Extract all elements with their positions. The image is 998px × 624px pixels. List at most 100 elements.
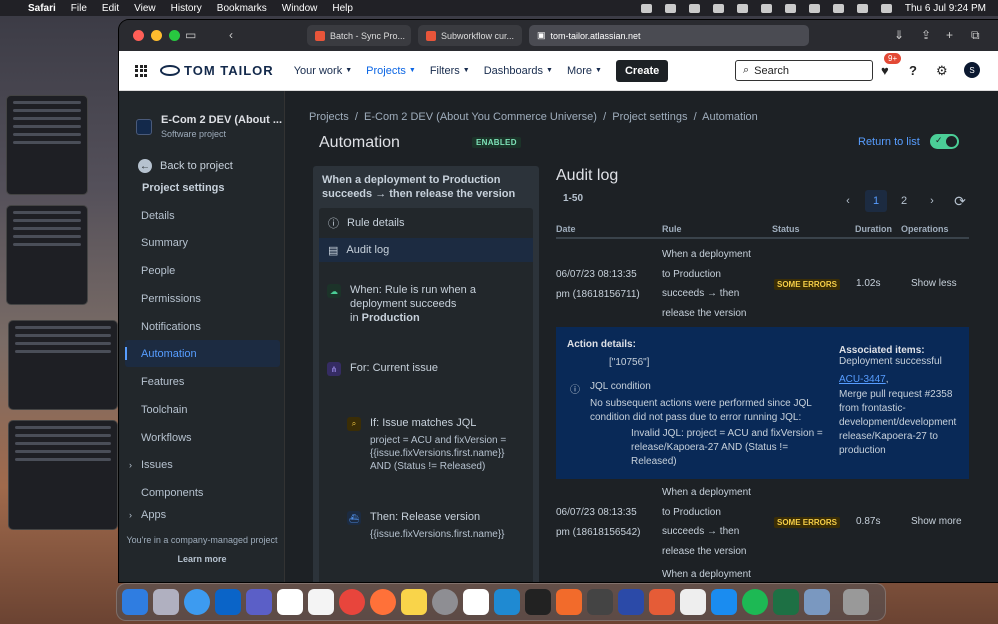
- breadcrumb-project[interactable]: E-Com 2 DEV (About You Commerce Universe…: [364, 111, 597, 123]
- excel-icon[interactable]: [773, 589, 799, 615]
- nav-your-work[interactable]: Your work ▼: [294, 65, 352, 77]
- back-to-project-link[interactable]: ← Back to project: [138, 159, 233, 173]
- menu-history[interactable]: History: [171, 3, 202, 14]
- window-thumbnail[interactable]: [8, 420, 118, 530]
- learn-more-link[interactable]: Learn more: [119, 554, 285, 564]
- rule-trigger[interactable]: ☁ When: Rule is run when a deployment su…: [327, 283, 527, 325]
- new-tab-icon[interactable]: +: [946, 28, 953, 42]
- menu-help[interactable]: Help: [332, 3, 353, 14]
- battery-icon[interactable]: [832, 3, 844, 13]
- menu-bookmarks[interactable]: Bookmarks: [217, 3, 267, 14]
- avatar[interactable]: S: [964, 62, 980, 78]
- chrome-icon[interactable]: [339, 589, 365, 615]
- nav-filters[interactable]: Filters ▼: [430, 65, 470, 77]
- issue-link[interactable]: ACU-3447: [839, 374, 886, 385]
- return-to-list-link[interactable]: Return to list: [858, 136, 920, 148]
- search-icon[interactable]: [856, 3, 868, 13]
- teams-icon[interactable]: [246, 589, 272, 615]
- breadcrumb-projects[interactable]: Projects: [309, 111, 349, 123]
- status-icon[interactable]: [712, 3, 724, 13]
- prev-page-icon[interactable]: ‹: [837, 190, 859, 212]
- slack-icon[interactable]: [463, 589, 489, 615]
- status-icon[interactable]: [784, 3, 796, 13]
- wifi-icon[interactable]: [808, 3, 820, 13]
- pencil-app-icon[interactable]: [556, 589, 582, 615]
- sidebar-item-permissions[interactable]: Permissions: [125, 285, 280, 312]
- rule-condition[interactable]: ⌕ If: Issue matches JQL project = ACU and…: [347, 416, 527, 473]
- menu-window[interactable]: Window: [282, 3, 318, 14]
- app-icon[interactable]: [587, 589, 613, 615]
- window-thumbnail[interactable]: [6, 95, 88, 195]
- rule-enabled-toggle[interactable]: ✓: [930, 134, 959, 149]
- back-arrow-icon[interactable]: ‹: [229, 28, 233, 42]
- nav-more[interactable]: More ▼: [567, 65, 602, 77]
- settings-gear-icon[interactable]: ⚙: [936, 63, 948, 79]
- sidebar-item-workflows[interactable]: Workflows: [125, 424, 280, 451]
- nav-dashboards[interactable]: Dashboards ▼: [484, 65, 553, 77]
- brand-logo[interactable]: TOM TAILOR: [160, 63, 274, 78]
- nav-projects[interactable]: Projects ▼: [366, 65, 416, 77]
- show-less-button[interactable]: Show less: [911, 278, 957, 289]
- rule-branch[interactable]: ⋔ For: Current issue: [327, 361, 438, 376]
- window-thumbnail[interactable]: [6, 205, 88, 305]
- system-settings-icon[interactable]: [432, 589, 458, 615]
- outlook-icon[interactable]: [215, 589, 241, 615]
- app-store-icon[interactable]: [711, 589, 737, 615]
- menubar-clock[interactable]: Thu 6 Jul 9:24 PM: [905, 3, 986, 14]
- menu-file[interactable]: File: [71, 3, 87, 14]
- menu-edit[interactable]: Edit: [102, 3, 119, 14]
- help-icon[interactable]: ?: [909, 63, 917, 78]
- address-bar[interactable]: ▣ tom-tailor.atlassian.net: [529, 25, 809, 46]
- menu-view[interactable]: View: [134, 3, 156, 14]
- calendar-icon[interactable]: [277, 589, 303, 615]
- rule-details-menu-item[interactable]: ⓘ Rule details: [319, 211, 533, 235]
- sidebar-item-components[interactable]: Components: [125, 479, 280, 506]
- show-more-button[interactable]: Show more: [911, 516, 962, 527]
- sidebar-item-apps[interactable]: › Apps: [125, 507, 280, 523]
- sidebar-item-issues[interactable]: › Issues: [125, 451, 280, 478]
- window-thumbnail[interactable]: [8, 320, 118, 410]
- notes-icon[interactable]: [401, 589, 427, 615]
- status-icon[interactable]: [664, 3, 676, 13]
- launchpad-icon[interactable]: [153, 589, 179, 615]
- page-1-button[interactable]: 1: [865, 190, 887, 212]
- zoom-window-button[interactable]: [169, 30, 180, 41]
- textedit-icon[interactable]: [680, 589, 706, 615]
- status-icon[interactable]: [640, 3, 652, 13]
- page-2-button[interactable]: 2: [893, 190, 915, 212]
- tab-overview-icon[interactable]: ⧉: [971, 28, 980, 43]
- trash-icon[interactable]: [843, 589, 869, 615]
- vscode-icon[interactable]: [494, 589, 520, 615]
- browser-tab[interactable]: Subworkflow cur...: [418, 25, 522, 46]
- create-button[interactable]: Create: [615, 59, 669, 82]
- project-header[interactable]: E-Com 2 DEV (About ... Software project: [136, 114, 282, 139]
- sidebar-item-notifications[interactable]: Notifications: [125, 313, 280, 340]
- preview-icon[interactable]: [804, 589, 830, 615]
- next-page-icon[interactable]: ›: [921, 190, 943, 212]
- safari-icon[interactable]: [184, 589, 210, 615]
- firefox-icon[interactable]: [370, 589, 396, 615]
- app-icon[interactable]: [649, 589, 675, 615]
- audit-log-menu-item[interactable]: ▤ Audit log: [319, 238, 533, 262]
- rule-action[interactable]: ⛴ Then: Release version {{issue.fixVersio…: [347, 510, 527, 541]
- browser-tab[interactable]: Batch - Sync Pro...: [307, 25, 411, 46]
- sidebar-item-summary[interactable]: Summary: [125, 229, 280, 256]
- search-input[interactable]: ⌕ Search: [735, 60, 873, 81]
- sidebar-item-automation[interactable]: Automation: [125, 340, 280, 367]
- status-icon[interactable]: [736, 3, 748, 13]
- control-center-icon[interactable]: [880, 3, 892, 13]
- terminal-icon[interactable]: [525, 589, 551, 615]
- spotify-icon[interactable]: [742, 589, 768, 615]
- close-window-button[interactable]: [133, 30, 144, 41]
- app-switcher-icon[interactable]: [135, 64, 147, 77]
- minimize-window-button[interactable]: [151, 30, 162, 41]
- refresh-icon[interactable]: ⟳: [949, 190, 971, 212]
- status-icon[interactable]: [760, 3, 772, 13]
- status-icon[interactable]: [688, 3, 700, 13]
- sidebar-item-toolchain[interactable]: Toolchain: [125, 396, 280, 423]
- app-icon[interactable]: [618, 589, 644, 615]
- notifications-icon[interactable]: ♥: [881, 63, 889, 78]
- sidebar-item-details[interactable]: Details: [125, 202, 280, 229]
- sidebar-item-people[interactable]: People: [125, 257, 280, 284]
- sidebar-item-features[interactable]: Features: [125, 368, 280, 395]
